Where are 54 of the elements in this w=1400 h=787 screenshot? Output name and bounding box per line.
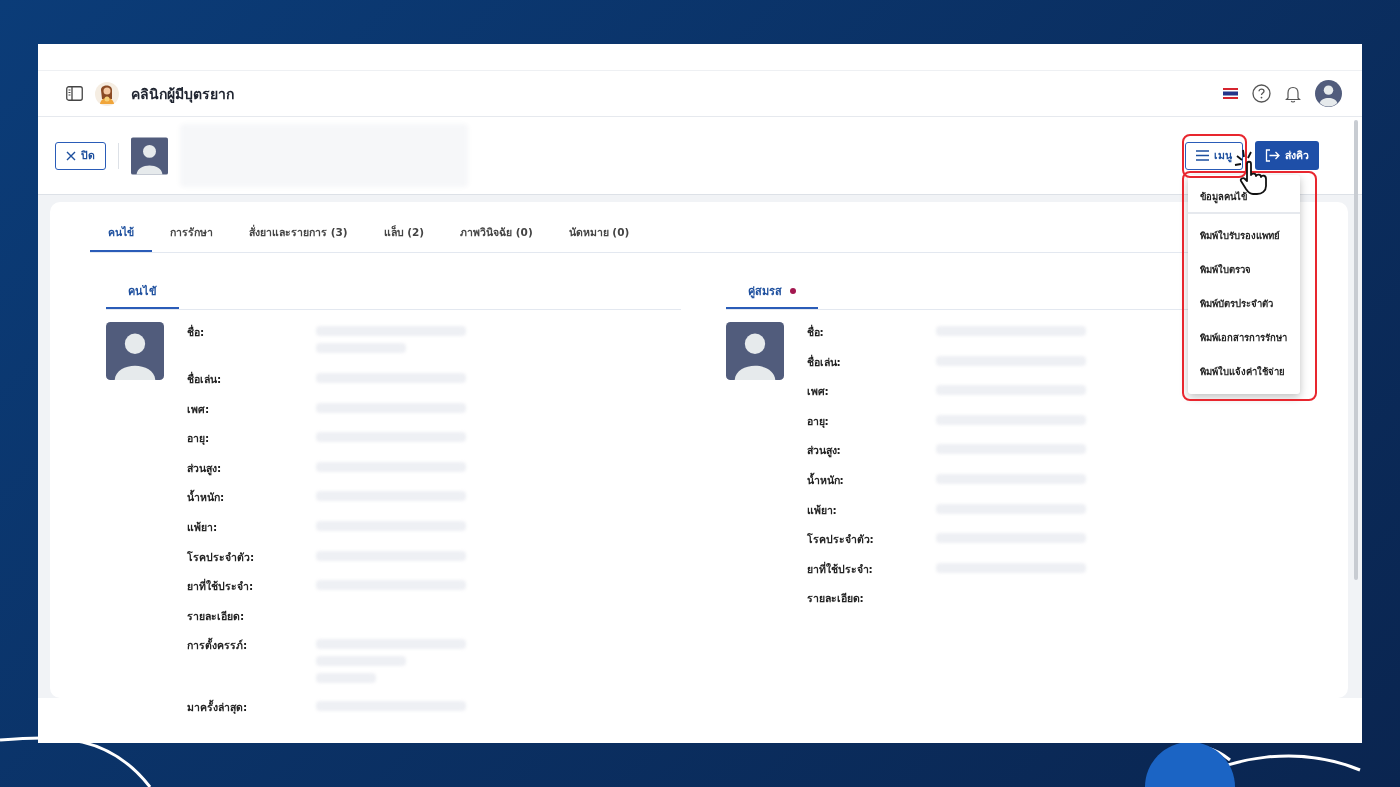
app-title: คลินิกผู้มีบุตรยาก	[131, 84, 234, 105]
field-label: รายละเอียด:	[806, 591, 865, 607]
menu-item[interactable]: พิมพ์ใบแจ้งค่าใช้จ่าย	[1188, 354, 1300, 388]
field-label: ชื่อเล่น:	[806, 353, 842, 370]
menu-item[interactable]: พิมพ์เอกสารการรักษา	[1188, 320, 1300, 354]
exit-arrow-icon	[1265, 149, 1280, 162]
field-label: ยาที่ใช้ประจำ:	[806, 560, 874, 577]
field-label: โรคประจำตัว:	[806, 532, 875, 548]
scrollbar[interactable]	[1354, 120, 1358, 580]
tab[interactable]: คนไข้	[90, 218, 152, 252]
field-label: แพ้ยา:	[806, 502, 838, 518]
field-label: รายละเอียด:	[187, 608, 246, 624]
field-label: น้ำหนัก:	[187, 488, 226, 506]
menu-item[interactable]: พิมพ์บัตรประจำตัว	[1188, 286, 1300, 320]
field-label: แพ้ยา:	[187, 519, 219, 535]
tab[interactable]: การรักษา	[152, 218, 231, 252]
field-label: ชื่อ:	[806, 323, 825, 340]
field-label: เพศ:	[187, 401, 211, 417]
patient-avatar	[131, 136, 168, 175]
menu-button[interactable]: เมนู	[1185, 141, 1243, 170]
field-label: น้ำหนัก:	[806, 471, 845, 488]
flag-icon[interactable]	[1223, 88, 1238, 99]
menu-icon	[1196, 150, 1209, 161]
close-icon	[66, 150, 76, 161]
field-label: ชื่อเล่น:	[187, 370, 223, 387]
avatar-placeholder	[106, 322, 164, 380]
section-tab[interactable]: คนไข้	[106, 283, 179, 309]
section-tab-label: คนไข้	[128, 284, 157, 300]
menu-item[interactable]: พิมพ์ใบรับรองแพทย์	[1188, 218, 1300, 252]
field-label: ยาที่ใช้ประจำ:	[187, 577, 255, 595]
field-label: เพศ:	[806, 384, 830, 400]
menu-item[interactable]: พิมพ์ใบตรวจ	[1188, 252, 1300, 286]
section-tab-label: คู่สมรส	[747, 284, 782, 300]
section-tab[interactable]: คู่สมรส	[725, 283, 818, 309]
field-label: ชื่อ:	[187, 323, 206, 340]
user-avatar[interactable]	[1315, 80, 1342, 107]
tab[interactable]: นัดหมาย (0)	[550, 218, 648, 252]
tab[interactable]: ภาพวินิจฉัย (0)	[442, 218, 551, 252]
field-label: การตั้งครรภ์:	[187, 636, 249, 654]
field-label: ส่วนสูง:	[806, 443, 842, 460]
sidebar-toggle-icon[interactable]	[66, 86, 83, 101]
logo-icon	[95, 81, 119, 106]
avatar-placeholder	[725, 322, 784, 380]
field-label: อายุ:	[187, 431, 211, 447]
field-label: โรคประจำตัว:	[187, 549, 256, 565]
tab[interactable]: สั่งยาและรายการ (3)	[231, 218, 366, 252]
close-button[interactable]: ปิด	[55, 141, 106, 170]
field-label: มาครั้งล่าสุด:	[187, 698, 249, 716]
notification-bell-icon[interactable]	[1285, 84, 1301, 103]
field-label: ส่วนสูง:	[187, 460, 223, 478]
send-queue-button[interactable]: ส่งคิว	[1255, 141, 1319, 170]
field-label: อายุ:	[806, 413, 830, 430]
tab[interactable]: แล็บ (2)	[365, 218, 443, 252]
help-icon[interactable]	[1252, 84, 1271, 103]
